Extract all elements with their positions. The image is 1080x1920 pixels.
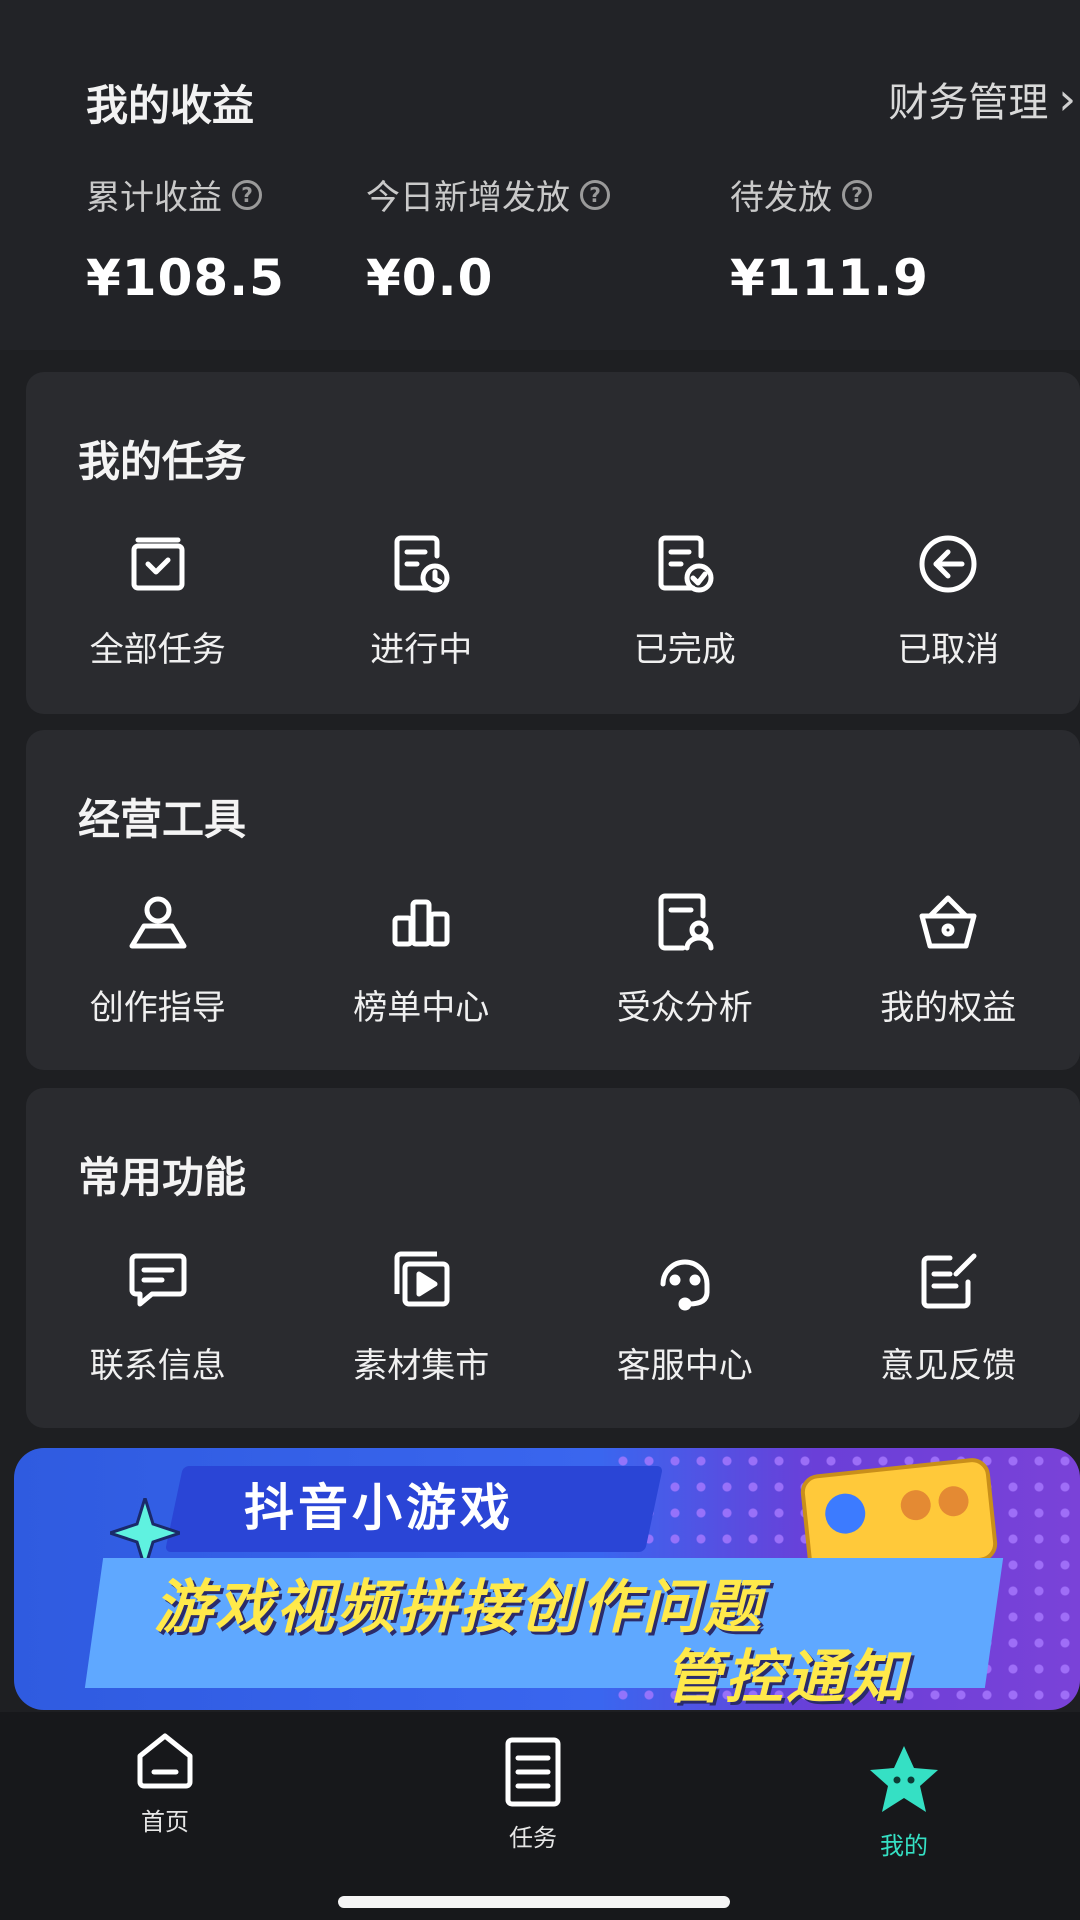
nav-label: 我的	[880, 1832, 928, 1860]
func-customer-service[interactable]: 客服中心	[553, 1248, 817, 1387]
star-mascot-icon	[870, 1746, 938, 1812]
cell-label: 已取消	[897, 630, 1000, 670]
ranking-icon	[392, 899, 450, 947]
bottom-nav: 首页 任务 我的	[0, 1712, 1080, 1920]
stat-label: 待发放	[730, 178, 832, 218]
stat-value: ¥111.9	[730, 249, 929, 307]
earnings-title: 我的收益	[86, 81, 255, 130]
cell-label: 已完成	[633, 630, 736, 670]
common-functions-card: 常用功能 联系信息 素材集市 客服中心 意见反馈	[26, 1088, 1080, 1428]
func-material-market[interactable]: 素材集市	[290, 1248, 554, 1387]
stat-pending[interactable]: 待发放? ¥111.9	[730, 170, 929, 307]
stat-label: 今日新增发放	[366, 178, 570, 218]
console-button	[937, 1484, 971, 1518]
help-icon[interactable]: ?	[232, 179, 262, 210]
task-list-icon	[505, 1737, 561, 1807]
chevron-right-icon: ›	[1058, 73, 1076, 125]
finance-link-label: 财务管理	[888, 80, 1049, 126]
message-icon	[129, 1253, 187, 1307]
cell-label: 进行中	[370, 630, 473, 670]
banner-subheadline: 管控通知	[664, 1643, 909, 1710]
business-tools-card: 经营工具 创作指导 榜单中心 受众分析 我的权益	[26, 730, 1080, 1070]
screen: 我的收益 财务管理 › 累计收益? ¥108.5 今日新增发放? ¥0.0 待发…	[0, 0, 1080, 1920]
stat-today-issued[interactable]: 今日新增发放? ¥0.0	[366, 170, 610, 307]
cell-label: 素材集市	[353, 1346, 490, 1386]
nav-label: 首页	[141, 1808, 189, 1836]
promo-banner[interactable]: 抖音小游戏 游戏视频拼接创作问题 管控通知	[14, 1448, 1080, 1710]
card-title: 常用功能	[78, 1153, 247, 1202]
tools-grid: 创作指导 榜单中心 受众分析 我的权益	[26, 890, 1080, 1029]
card-title: 我的任务	[78, 437, 247, 486]
stat-value: ¥108.5	[86, 249, 285, 307]
earnings-section: 我的收益 财务管理 › 累计收益? ¥108.5 今日新增发放? ¥0.0 待发…	[0, 0, 1080, 350]
all-tasks-icon	[131, 537, 185, 591]
video-library-icon	[394, 1251, 450, 1307]
finance-management-link[interactable]: 财务管理 ›	[888, 70, 1076, 128]
help-icon[interactable]: ?	[580, 179, 610, 210]
stat-value: ¥0.0	[366, 249, 494, 307]
tool-audience-analysis[interactable]: 受众分析	[553, 890, 817, 1029]
headset-icon	[660, 1259, 710, 1311]
crown-basket-icon	[919, 895, 977, 949]
tool-my-benefits[interactable]: 我的权益	[817, 890, 1080, 1029]
feedback-edit-icon	[921, 1253, 977, 1309]
tool-creator-guide[interactable]: 创作指导	[26, 890, 290, 1029]
cell-label: 意见反馈	[880, 1346, 1017, 1386]
banner-title: 抖音小游戏	[244, 1479, 514, 1537]
audience-icon	[658, 893, 714, 951]
tool-ranking-center[interactable]: 榜单中心	[290, 890, 554, 1029]
tasks-grid: 全部任务 进行中 已完成 已取消	[26, 532, 1080, 671]
creator-icon	[129, 896, 187, 949]
in-progress-icon	[394, 535, 450, 593]
cell-label: 客服中心	[616, 1346, 753, 1386]
func-contact-info[interactable]: 联系信息	[26, 1248, 290, 1387]
cell-label: 我的权益	[880, 988, 1017, 1028]
console-button	[899, 1488, 933, 1522]
task-cancelled[interactable]: 已取消	[817, 532, 1080, 671]
common-grid: 联系信息 素材集市 客服中心 意见反馈	[26, 1248, 1080, 1387]
my-tasks-card: 我的任务 全部任务 进行中 已完成 已取消	[26, 372, 1080, 714]
help-icon[interactable]: ?	[842, 179, 872, 210]
task-completed[interactable]: 已完成	[553, 532, 817, 671]
home-icon	[137, 1733, 193, 1789]
card-title: 经营工具	[78, 795, 247, 844]
dpad	[823, 1491, 868, 1536]
stat-total-earnings[interactable]: 累计收益? ¥108.5	[86, 170, 285, 307]
nav-home[interactable]: 首页	[134, 1730, 196, 1837]
task-in-progress[interactable]: 进行中	[290, 532, 554, 671]
nav-label: 任务	[509, 1824, 557, 1852]
home-indicator[interactable]	[338, 1896, 730, 1908]
stat-label: 累计收益	[86, 178, 222, 218]
cell-label: 全部任务	[89, 630, 226, 670]
cell-label: 联系信息	[89, 1346, 226, 1386]
cancelled-icon	[919, 535, 977, 593]
completed-icon	[658, 535, 714, 593]
nav-tasks[interactable]: 任务	[502, 1736, 564, 1853]
cell-label: 受众分析	[616, 988, 753, 1028]
cell-label: 创作指导	[89, 988, 226, 1028]
func-feedback[interactable]: 意见反馈	[817, 1248, 1080, 1387]
nav-mine[interactable]: 我的	[866, 1744, 942, 1861]
cell-label: 榜单中心	[353, 988, 490, 1028]
task-all[interactable]: 全部任务	[26, 532, 290, 671]
